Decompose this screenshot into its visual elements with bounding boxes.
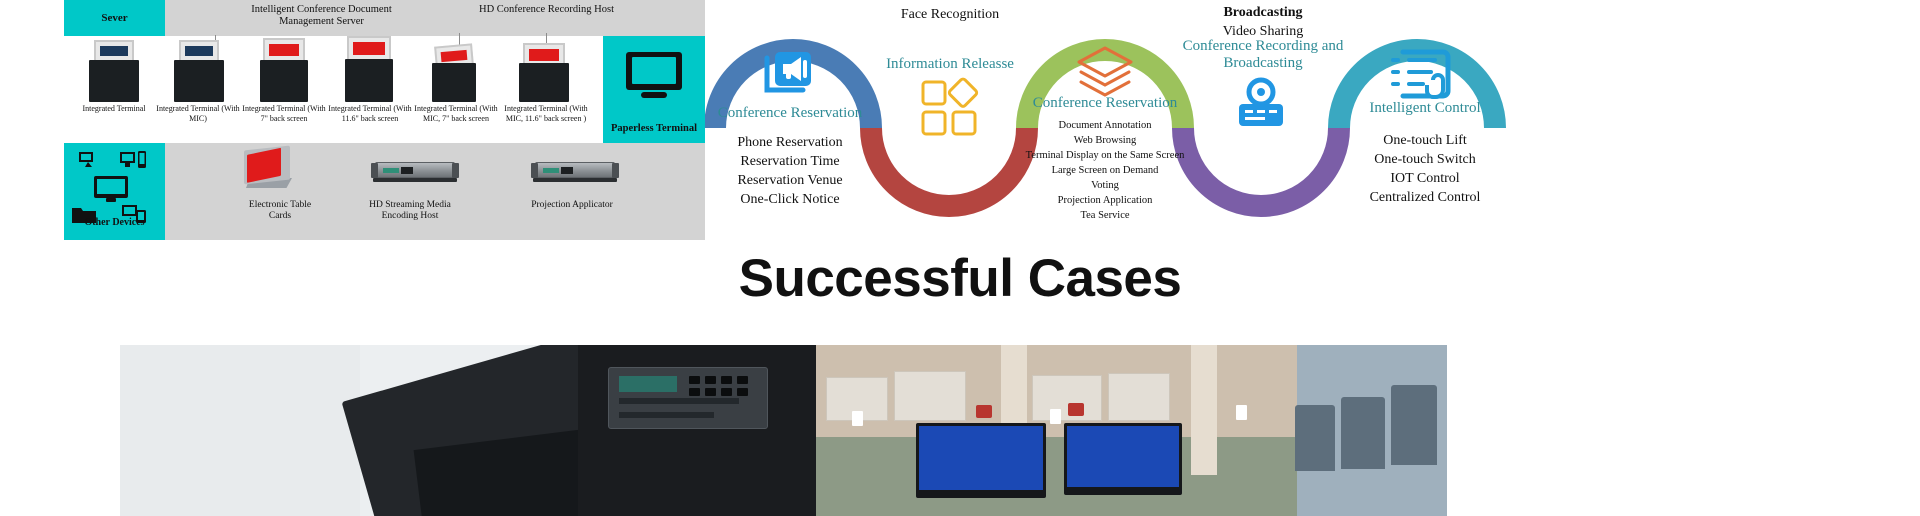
- devices-network-icon: [79, 152, 93, 167]
- header-sever: Sever: [64, 0, 165, 36]
- section-title-2: Information Releasse: [886, 56, 1014, 72]
- conference-room-photo: [816, 345, 1447, 516]
- monitor-icon: [626, 52, 682, 90]
- successful-cases-heading: Successful Cases: [738, 249, 1182, 308]
- feature-item: Terminal Display on the Same Screen: [1025, 150, 1185, 161]
- device-integrated-terminal-mic-116in: [504, 33, 584, 102]
- feature-item: Web Browsing: [1073, 135, 1137, 146]
- section-conference-reservation-2: Conference Reservation Document Annotati…: [1023, 95, 1187, 223]
- feature-item: Document Annotation: [1058, 120, 1152, 131]
- case-photos-strip: [120, 345, 1447, 516]
- desktop-phone-icon: [120, 151, 146, 168]
- feature-item: Projection Application: [1057, 195, 1153, 206]
- section-conference-recording: Conference Recording and Broadcasting: [1173, 38, 1353, 72]
- device-integrated-terminal-mic-7in: [414, 33, 494, 102]
- section-title-1: Conference Reservation: [717, 105, 863, 121]
- features-infographic: Conference Reservation Phone Reservation…: [705, 0, 1515, 245]
- device-label-encoding-host: HD Streaming Media Encoding Host: [369, 200, 451, 221]
- paperless-terminal-label: Paperless Terminal: [610, 123, 698, 134]
- device-integrated-terminal-7in: [244, 38, 324, 102]
- feature-item: Reservation Venue: [737, 173, 843, 188]
- arc-conference-recording: [1172, 127, 1350, 217]
- section-conference-recording-top: Conference Recording and Broadcasting Vi…: [1173, 0, 1353, 41]
- device-integrated-terminal-116in: [329, 36, 409, 102]
- monitor-stand-icon: [641, 92, 667, 98]
- device-integrated-terminal-mic: [159, 35, 239, 102]
- device-projection-applicator: [529, 160, 621, 184]
- device-electronic-table-card: [244, 145, 300, 196]
- device-integrated-terminal: [74, 40, 154, 102]
- monitor-icon: [94, 176, 128, 202]
- device-label-0: Integrated Terminal: [82, 104, 146, 113]
- feature-item: One-touch Switch: [1374, 152, 1476, 167]
- feature-item: Reservation Time: [740, 154, 840, 169]
- feature-item: One-touch Lift: [1383, 133, 1467, 148]
- feature-item: Tea Service: [1080, 210, 1130, 221]
- section-information-release: Information Releasse: [865, 56, 1035, 73]
- control-panel-photo: [578, 345, 816, 516]
- feature-item: Voting: [1091, 180, 1119, 191]
- device-label-table-cards: Electronic Table Cards: [248, 200, 312, 221]
- device-label-4: Integrated Terminal (With MIC, 7" back s…: [414, 104, 498, 123]
- arc-information-release: [860, 127, 1038, 217]
- feature-item: Phone Reservation: [737, 135, 843, 150]
- feature-item: Conference Recording and Broadcasting: [1183, 0, 1343, 20]
- feature-item: Large Screen on Demand: [1051, 165, 1159, 176]
- header-document-server: Intelligent Conference Document Manageme…: [251, 4, 392, 27]
- paperless-terminal-box: Paperless Terminal: [603, 36, 705, 143]
- section-title-4: Conference Recording and Broadcasting: [1182, 38, 1344, 71]
- section-title-5: Intelligent Control: [1369, 100, 1481, 116]
- feature-item: Centralized Control: [1369, 190, 1481, 205]
- four-squares-icon: [921, 77, 979, 136]
- building-exterior-photo: [120, 345, 578, 516]
- feature-item: Face Recognition: [900, 7, 1000, 22]
- product-diagram-panel: Sever Intelligent Conference Document Ma…: [64, 0, 705, 240]
- section-information-release-top: Advertisement Face Recognition: [865, 0, 1035, 24]
- page-root: Sever Intelligent Conference Document Ma…: [0, 0, 1920, 516]
- section-conference-reservation: Conference Reservation Phone Reservation…: [705, 105, 875, 209]
- device-hd-streaming-host: [369, 160, 461, 184]
- gear-screen-icon: [1239, 77, 1283, 126]
- feature-item: IOT Control: [1390, 171, 1460, 186]
- header-recording-host: HD Conference Recording Host: [479, 4, 615, 15]
- device-label-projection-applicator: Projection Applicator: [531, 200, 613, 210]
- feature-item: One-Click Notice: [740, 192, 840, 207]
- section-intelligent-control: Intelligent Control One-touch Lift One-t…: [1335, 100, 1515, 207]
- section-title-3: Conference Reservation: [1032, 95, 1178, 111]
- header-sever-label: Sever: [101, 12, 128, 24]
- device-label-1: Integrated Terminal (With MIC): [156, 104, 240, 123]
- other-devices-box: Other Devices: [64, 143, 165, 240]
- other-devices-label: Other Devices: [84, 217, 145, 228]
- device-label-5: Integrated Terminal (With MIC, 11.6" bac…: [504, 104, 588, 123]
- device-label-2: Integrated Terminal (With 7" back screen: [242, 104, 326, 123]
- device-label-3: Integrated Terminal (With 11.6" back scr…: [328, 104, 412, 123]
